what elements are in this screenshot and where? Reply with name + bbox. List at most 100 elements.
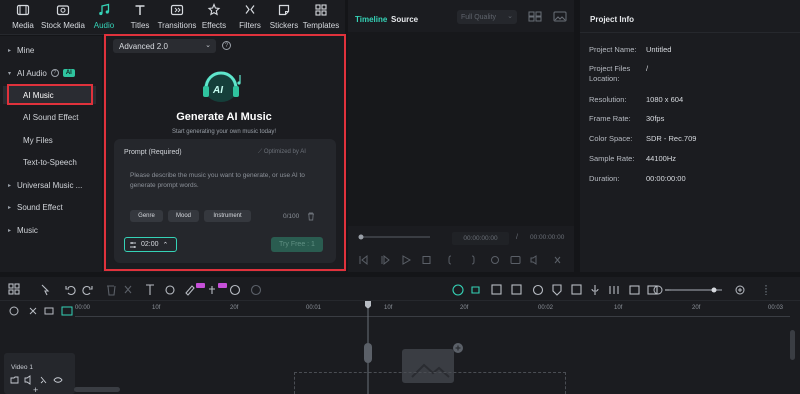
sidebar-item-music[interactable]: ▸ Music bbox=[3, 221, 96, 239]
audio-icon bbox=[99, 3, 110, 16]
select-icon bbox=[41, 284, 50, 296]
split-screen-icon bbox=[491, 284, 502, 295]
tab-stickers[interactable]: Stickers bbox=[264, 3, 304, 33]
ai-music-illustration: AI bbox=[196, 67, 246, 105]
ruler-label: 10f bbox=[614, 305, 623, 311]
timeline-toolbar-right bbox=[452, 283, 772, 297]
step-forward-icon bbox=[381, 254, 390, 266]
tab-media[interactable]: Media bbox=[3, 3, 43, 33]
horizontal-scrollbar[interactable] bbox=[74, 387, 120, 392]
add-track-icon[interactable]: + bbox=[33, 386, 43, 394]
settings-icon bbox=[9, 306, 19, 316]
tab-timeline[interactable]: Timeline bbox=[355, 15, 387, 24]
tab-stock-media[interactable]: Stock Media bbox=[41, 3, 85, 33]
eye-icon bbox=[53, 377, 63, 383]
drop-zone[interactable] bbox=[294, 372, 566, 394]
prompt-input[interactable]: Please describe the music you want to ge… bbox=[130, 171, 325, 191]
tab-audio[interactable]: Audio bbox=[84, 3, 124, 33]
image-icon[interactable] bbox=[553, 11, 567, 22]
speed-ramp-icon bbox=[532, 284, 544, 296]
try-free-button[interactable]: Try Free : 1 bbox=[271, 237, 323, 252]
help-icon[interactable]: ? bbox=[50, 69, 59, 77]
magnet-icon bbox=[61, 306, 73, 316]
lock-icon bbox=[40, 376, 47, 384]
sidebar-item-sound-effect[interactable]: ▸ Sound Effect bbox=[3, 198, 96, 216]
sidebar-item-universal-music[interactable]: ▸ Universal Music ... bbox=[3, 176, 96, 194]
cut-icon bbox=[124, 285, 132, 294]
caret-right-icon: ▸ bbox=[8, 47, 12, 54]
info-value: Untitled bbox=[646, 45, 672, 54]
help-icon[interactable]: ? bbox=[222, 41, 231, 50]
chevron-down-icon: ⌄ bbox=[205, 42, 211, 49]
sidebar-item-text-to-speech[interactable]: Text-to-Speech bbox=[3, 153, 96, 171]
ai-headphones-icon: AI bbox=[203, 71, 241, 102]
info-value: 44100Hz bbox=[646, 154, 677, 163]
ruler-label: 00:00 bbox=[75, 305, 91, 311]
tab-transitions[interactable]: Transitions bbox=[157, 3, 197, 33]
undo-icon bbox=[65, 285, 76, 296]
volume-icon bbox=[530, 255, 537, 265]
preview-screen bbox=[348, 32, 574, 226]
layout-icon bbox=[8, 283, 20, 295]
sidebar-item-ai-audio[interactable]: ▾ AI Audio ? AI bbox=[3, 64, 96, 82]
stock-media-icon bbox=[56, 5, 70, 16]
transitions-icon bbox=[170, 4, 184, 16]
info-value: 00:00:00:00 bbox=[646, 174, 686, 183]
tab-effects[interactable]: Effects bbox=[194, 3, 234, 33]
instrument-chip[interactable]: Instrument bbox=[204, 210, 251, 222]
track-name: Video 1 bbox=[11, 364, 33, 371]
svg-text:AI: AI bbox=[212, 85, 223, 96]
ruler-label: 00:02 bbox=[538, 305, 554, 311]
sidebar-item-ai-sound-effect[interactable]: AI Sound Effect bbox=[3, 108, 96, 126]
titles-icon bbox=[135, 5, 145, 15]
caret-right-icon: ▸ bbox=[8, 182, 12, 189]
grid-view-icon[interactable] bbox=[528, 11, 542, 22]
genre-chip[interactable]: Genre bbox=[130, 210, 163, 222]
templates-icon bbox=[315, 4, 327, 16]
asset-toolbar: Media Stock Media Audio Titles Transitio… bbox=[0, 0, 345, 35]
track-tools bbox=[8, 305, 78, 317]
playback-controls bbox=[357, 254, 569, 266]
stickers-icon bbox=[278, 4, 290, 16]
snap-icon bbox=[571, 284, 582, 295]
link-icon bbox=[29, 307, 37, 315]
info-label: Frame Rate: bbox=[589, 114, 631, 123]
new-badge bbox=[218, 283, 227, 288]
plus-icon bbox=[738, 288, 742, 292]
snapshot-icon bbox=[510, 256, 521, 264]
trash-icon[interactable] bbox=[307, 212, 315, 221]
play-icon bbox=[402, 255, 412, 265]
generator-title: Generate AI Music bbox=[176, 111, 272, 123]
info-label: Duration: bbox=[589, 174, 620, 183]
optimized-by-ai-button[interactable]: ⟋ Optimized by AI bbox=[258, 149, 306, 156]
duration-selector[interactable]: 02:00 ⌃ bbox=[124, 237, 177, 252]
ruler-label: 20f bbox=[460, 305, 469, 311]
effects-icon bbox=[207, 3, 221, 16]
sidebar-item-my-files[interactable]: My Files bbox=[3, 131, 96, 149]
volume-icon bbox=[24, 375, 31, 385]
vertical-scrollbar[interactable] bbox=[790, 330, 795, 360]
sidebar-item-mine[interactable]: ▸ Mine bbox=[3, 41, 96, 59]
tab-titles[interactable]: Titles bbox=[120, 3, 160, 33]
tab-source[interactable]: Source bbox=[391, 15, 418, 24]
playback-scrubber[interactable] bbox=[358, 234, 432, 240]
ai-badge: AI bbox=[62, 69, 75, 77]
model-select[interactable]: Advanced 2.0 ⌄ bbox=[113, 39, 216, 53]
redo-icon bbox=[82, 285, 93, 296]
chevron-up-icon: ⌃ bbox=[162, 241, 169, 249]
info-value: 30fps bbox=[646, 114, 665, 123]
timeline-toolbar-left bbox=[8, 283, 270, 297]
track-icon bbox=[44, 307, 54, 315]
keyframe-icon bbox=[209, 286, 215, 294]
settings-icon bbox=[491, 256, 499, 264]
sidebar-item-ai-music[interactable]: AI Music bbox=[3, 86, 96, 104]
fullscreen-icon bbox=[554, 256, 561, 264]
text-icon bbox=[146, 284, 154, 295]
zoom-out-circle bbox=[653, 285, 663, 295]
caret-down-icon: ▾ bbox=[8, 70, 12, 77]
mood-chip[interactable]: Mood bbox=[168, 210, 199, 222]
quality-select[interactable]: Full Quality ⌄ bbox=[457, 10, 517, 24]
ruler-label: 10f bbox=[152, 305, 161, 311]
tab-templates[interactable]: Templates bbox=[301, 3, 341, 33]
info-label: Color Space: bbox=[589, 134, 633, 143]
